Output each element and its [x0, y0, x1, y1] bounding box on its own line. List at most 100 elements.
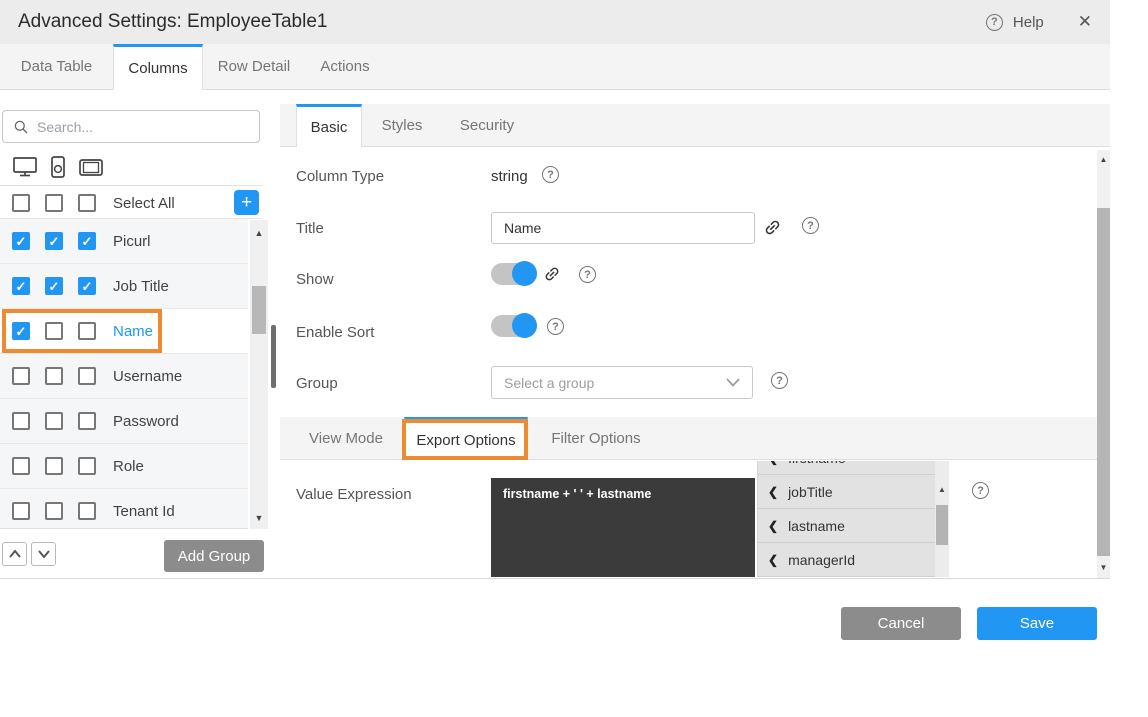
- add-group-button[interactable]: Add Group: [164, 540, 264, 572]
- checkbox[interactable]: [12, 232, 30, 250]
- column-row-tenant-id[interactable]: Tenant Id: [0, 489, 248, 529]
- column-row-job-title[interactable]: Job Title: [0, 264, 248, 309]
- tab-filter-options[interactable]: Filter Options: [540, 417, 652, 459]
- close-icon[interactable]: ✕: [1078, 12, 1092, 32]
- scroll-down-icon[interactable]: ▼: [1097, 563, 1110, 572]
- title-label: Title: [296, 220, 324, 237]
- device-visibility-toggles: [12, 150, 260, 184]
- content-scrollbar[interactable]: ▲ ▼: [1097, 150, 1110, 578]
- link-icon[interactable]: [543, 265, 561, 283]
- checkbox[interactable]: [45, 367, 63, 385]
- scroll-down-icon[interactable]: ▼: [250, 513, 268, 523]
- scroll-up-icon[interactable]: ▲: [250, 228, 268, 238]
- help-icon[interactable]: ?: [579, 266, 596, 283]
- divider: [0, 185, 262, 186]
- help-icon[interactable]: ?: [547, 318, 564, 335]
- checkbox[interactable]: [78, 367, 96, 385]
- show-toggle[interactable]: [491, 263, 537, 285]
- search-input[interactable]: [37, 119, 237, 135]
- tab-row-detail[interactable]: Row Detail: [203, 44, 305, 89]
- column-label: Role: [113, 458, 144, 475]
- fields-list-scrollbar[interactable]: ▲: [935, 461, 949, 577]
- scrollbar-thumb[interactable]: [936, 505, 948, 545]
- checkbox[interactable]: [12, 367, 30, 385]
- scrollbar-thumb[interactable]: [1097, 208, 1110, 556]
- checkbox[interactable]: [45, 277, 63, 295]
- checkbox[interactable]: [78, 322, 96, 340]
- checkbox[interactable]: [12, 502, 30, 520]
- checkbox[interactable]: [12, 412, 30, 430]
- help-icon[interactable]: ?: [802, 217, 819, 234]
- page-title: Advanced Settings: EmployeeTable1: [18, 0, 327, 44]
- column-label: Name: [113, 323, 153, 340]
- select-all-checkbox-mobile[interactable]: [45, 194, 63, 212]
- tab-view-mode[interactable]: View Mode: [292, 417, 400, 459]
- select-all-row[interactable]: Select All: [0, 187, 262, 219]
- field-item-firstname[interactable]: ❮ firstname: [758, 461, 935, 475]
- column-row-password[interactable]: Password: [0, 399, 248, 444]
- select-all-label: Select All: [113, 195, 175, 212]
- tab-styles[interactable]: Styles: [362, 104, 442, 146]
- help-icon[interactable]: ?: [986, 14, 1003, 31]
- add-column-button[interactable]: +: [234, 190, 259, 215]
- help-icon[interactable]: ?: [542, 166, 559, 183]
- link-icon[interactable]: [763, 218, 782, 237]
- checkbox[interactable]: [12, 322, 30, 340]
- value-expression-label: Value Expression: [296, 486, 412, 503]
- checkbox[interactable]: [45, 502, 63, 520]
- help-icon[interactable]: ?: [972, 482, 989, 499]
- column-row-role[interactable]: Role: [0, 444, 248, 489]
- value-expression-editor[interactable]: firstname + ' ' + lastname: [491, 478, 755, 577]
- save-button[interactable]: Save: [977, 607, 1097, 640]
- group-select[interactable]: Select a group: [491, 366, 753, 399]
- checkbox[interactable]: [78, 232, 96, 250]
- scroll-up-icon[interactable]: ▲: [935, 485, 949, 494]
- expression-fields-inner: ❮ firstname ❮ jobTitle ❮ lastname ❮ mana…: [758, 461, 935, 577]
- tab-security[interactable]: Security: [442, 104, 532, 146]
- tab-data-table[interactable]: Data Table: [0, 44, 113, 89]
- main-tab-bar: Data Table Columns Row Detail Actions: [0, 44, 1110, 90]
- sidebar-scrollbar[interactable]: ▲ ▼: [250, 220, 268, 529]
- checkbox[interactable]: [78, 502, 96, 520]
- select-all-checkbox-tablet[interactable]: [78, 194, 96, 212]
- checkbox[interactable]: [45, 412, 63, 430]
- search-icon: [13, 119, 29, 135]
- field-item-lastname[interactable]: ❮ lastname: [758, 509, 935, 543]
- column-type-label: Column Type: [296, 168, 384, 185]
- tab-columns[interactable]: Columns: [113, 44, 203, 90]
- scroll-up-icon[interactable]: ▲: [1097, 155, 1110, 164]
- checkbox[interactable]: [78, 457, 96, 475]
- chevron-up-icon: [8, 549, 22, 559]
- chevron-left-icon: ❮: [768, 485, 778, 499]
- title-input[interactable]: [491, 212, 755, 244]
- tablet-icon[interactable]: [78, 155, 104, 179]
- checkbox[interactable]: [45, 457, 63, 475]
- checkbox[interactable]: [78, 277, 96, 295]
- column-row-name[interactable]: Name: [0, 309, 248, 354]
- field-item-managerid[interactable]: ❮ managerId: [758, 543, 935, 577]
- panel-scrollbar-thumb[interactable]: [271, 325, 276, 388]
- move-down-button[interactable]: [31, 542, 56, 566]
- checkbox[interactable]: [78, 412, 96, 430]
- scrollbar-thumb[interactable]: [252, 286, 266, 334]
- select-all-checkbox-desktop[interactable]: [12, 194, 30, 212]
- toggle-thumb: [512, 261, 537, 286]
- help-label[interactable]: Help: [1013, 14, 1044, 31]
- mobile-icon[interactable]: [48, 155, 68, 179]
- desktop-icon[interactable]: [12, 155, 38, 179]
- field-item-jobtitle[interactable]: ❮ jobTitle: [758, 475, 935, 509]
- checkbox[interactable]: [45, 322, 63, 340]
- show-label: Show: [296, 271, 334, 288]
- tab-actions[interactable]: Actions: [305, 44, 385, 89]
- column-row-username[interactable]: Username: [0, 354, 248, 399]
- cancel-button[interactable]: Cancel: [841, 607, 961, 640]
- enable-sort-toggle[interactable]: [491, 315, 537, 337]
- checkbox[interactable]: [12, 277, 30, 295]
- checkbox[interactable]: [45, 232, 63, 250]
- checkbox[interactable]: [12, 457, 30, 475]
- column-row-picurl[interactable]: Picurl: [0, 219, 248, 264]
- tab-basic[interactable]: Basic: [296, 104, 362, 147]
- help-icon[interactable]: ?: [771, 372, 788, 389]
- move-up-button[interactable]: [2, 542, 27, 566]
- tab-export-options[interactable]: Export Options: [404, 417, 528, 460]
